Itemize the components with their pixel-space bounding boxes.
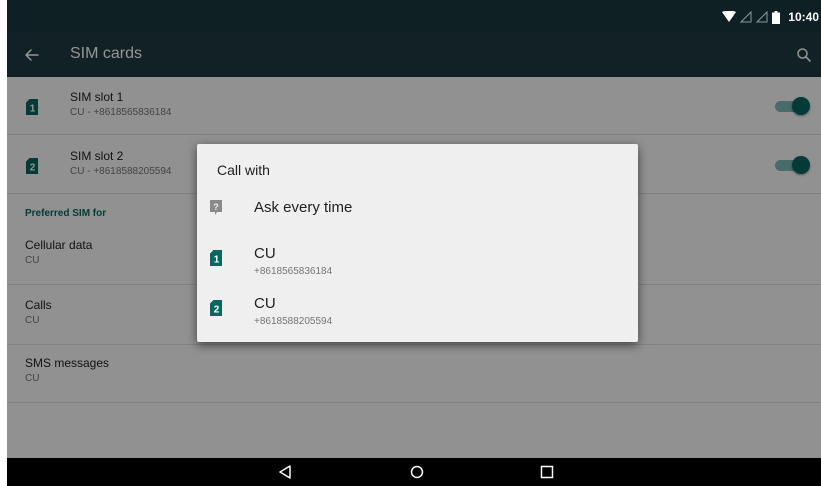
back-triangle-icon[interactable] [278, 464, 294, 480]
sim-1-icon: 1 [210, 250, 222, 266]
status-time: 10:40 [788, 10, 819, 24]
option-sim-2[interactable]: 2 CU +8618588205594 [197, 292, 638, 334]
svg-text:2: 2 [214, 305, 220, 316]
option-number: +8618565836184 [254, 266, 333, 277]
signal-icon [740, 11, 752, 23]
option-label: Ask every time [254, 199, 353, 216]
option-sim-1[interactable]: 1 CU +8618565836184 [197, 241, 638, 283]
wifi-icon [722, 11, 737, 22]
svg-text:?: ? [213, 202, 219, 212]
option-label: CU [254, 295, 276, 312]
recents-square-icon[interactable] [539, 464, 555, 480]
screen: 10:40 SIM cards 1 SIM slot 1 CU - +86185… [7, 0, 821, 486]
navigation-bar [7, 458, 821, 486]
status-icons: 10:40 [722, 10, 819, 24]
status-bar: 10:40 [7, 0, 821, 33]
battery-icon [772, 10, 781, 24]
option-label: CU [254, 245, 276, 262]
call-with-dialog: Call with ? Ask every time 1 CU +8618565… [197, 144, 638, 342]
sim-2-icon: 2 [210, 300, 222, 316]
dialog-title: Call with [217, 162, 270, 178]
svg-text:1: 1 [214, 255, 220, 266]
option-ask-every-time[interactable]: ? Ask every time [197, 194, 638, 226]
question-icon: ? [210, 200, 222, 215]
option-number: +8618588205594 [254, 316, 333, 327]
home-circle-icon[interactable] [409, 464, 425, 480]
left-margin [0, 0, 7, 486]
signal-icon [756, 11, 768, 23]
